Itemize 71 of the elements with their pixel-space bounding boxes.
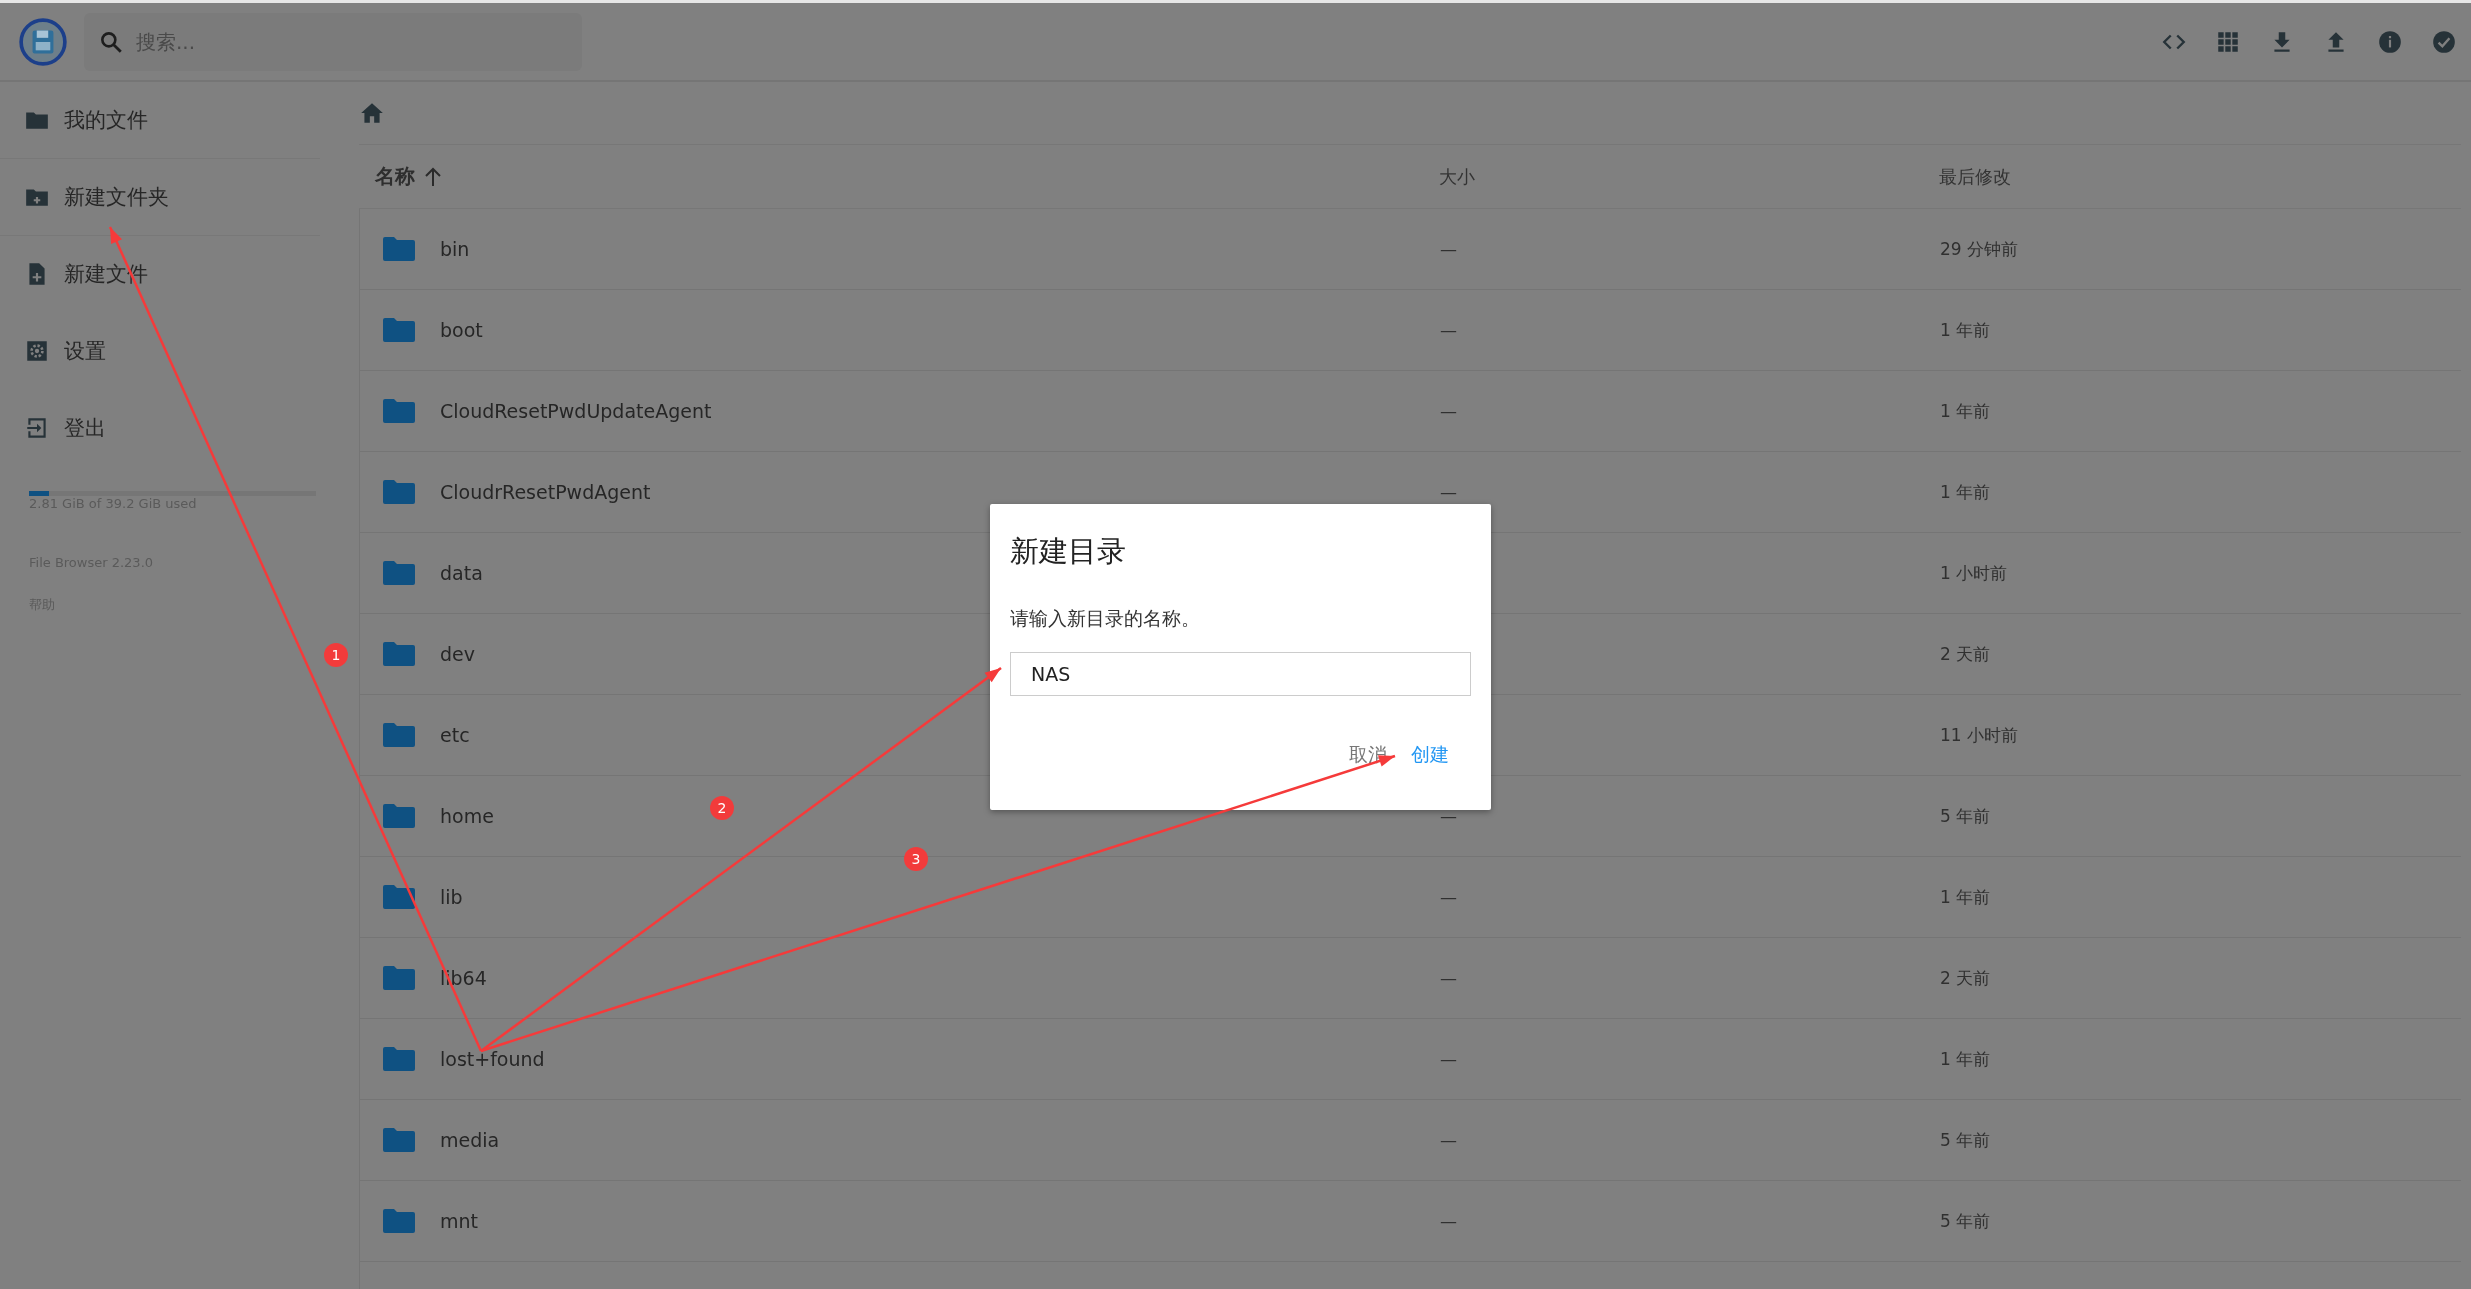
file-name: bin — [440, 238, 470, 260]
modified-time: 5 年前 — [1940, 1128, 1991, 1152]
modified-time: 1 年前 — [1940, 480, 1991, 504]
folder-icon — [382, 641, 416, 667]
column-header[interactable]: 名称 — [375, 163, 415, 190]
sidebar-item[interactable]: 登出 — [0, 390, 320, 467]
folder-name-field[interactable]: NAS — [1010, 652, 1471, 696]
file-row[interactable]: mnt — 5 年前 — [359, 1181, 2461, 1262]
file-row[interactable]: lost+found — 1 年前 — [359, 1019, 2461, 1100]
file-row[interactable]: bin — 29 分钟前 — [359, 209, 2461, 290]
modified-time: 29 分钟前 — [1940, 237, 2019, 261]
file-size: — — [1440, 320, 1457, 340]
file-size: — — [1440, 1130, 1457, 1150]
file-name: media — [440, 1129, 500, 1151]
folder-icon — [382, 1208, 416, 1234]
file-row[interactable]: CloudResetPwdUpdateAgent — 1 年前 — [359, 371, 2461, 452]
folder-icon — [382, 479, 416, 505]
settings-icon — [24, 338, 50, 364]
modified-time: 2 天前 — [1940, 642, 1991, 666]
modified-time: 1 小时前 — [1940, 561, 2008, 585]
file-size: — — [1440, 401, 1457, 421]
file-name: mnt — [440, 1210, 478, 1232]
file-name: dev — [440, 643, 475, 665]
step-number-badge: 1 — [324, 643, 348, 667]
folder-icon — [382, 1127, 416, 1153]
file-name: home — [440, 805, 494, 827]
file-row[interactable]: media — 5 年前 — [359, 1100, 2461, 1181]
folder-icon — [382, 236, 416, 262]
column-header[interactable]: 最后修改 — [1939, 164, 2011, 189]
file-size: — — [1440, 887, 1457, 907]
folder-icon — [382, 317, 416, 343]
file-size: — — [1440, 806, 1457, 826]
file-name: lib — [440, 886, 463, 908]
file-size: — — [1440, 239, 1457, 259]
folder-icon — [382, 722, 416, 748]
sidebar-item[interactable]: 设置 — [0, 313, 320, 390]
file-name: boot — [440, 319, 483, 341]
modified-time: 1 年前 — [1940, 1047, 1991, 1071]
folder-icon — [382, 398, 416, 424]
sidebar-item[interactable]: 我的文件 — [0, 82, 320, 159]
sidebar-item[interactable]: 新建文件夹 — [0, 159, 320, 236]
folder-icon — [382, 803, 416, 829]
file-size: — — [1440, 968, 1457, 988]
create-button[interactable]: 创建 — [1409, 738, 1451, 772]
file-name: CloudrResetPwdAgent — [440, 481, 651, 503]
file-size: — — [1440, 1049, 1457, 1069]
modified-time: 1 年前 — [1940, 318, 1991, 342]
modified-time: 5 年前 — [1940, 804, 1991, 828]
folder-icon — [382, 965, 416, 991]
modified-time: 1 年前 — [1940, 885, 1991, 909]
floppy-disk-logo[interactable] — [18, 16, 68, 67]
step-number-badge: 2 — [710, 796, 734, 820]
file-size: — — [1440, 482, 1457, 502]
dialog-title: 新建目录 — [1010, 533, 1127, 570]
modified-time: 11 小时前 — [1940, 723, 2019, 747]
file-name: CloudResetPwdUpdateAgent — [440, 400, 712, 422]
file-name: lost+found — [440, 1048, 545, 1070]
file-name: etc — [440, 724, 470, 746]
folder-icon — [382, 884, 416, 910]
info-icon[interactable] — [2377, 28, 2403, 55]
modified-time: 1 年前 — [1940, 399, 1991, 423]
file-row[interactable]: boot — 1 年前 — [359, 290, 2461, 371]
folder-icon — [382, 560, 416, 586]
modified-time: 5 年前 — [1940, 1209, 1991, 1233]
file-size: — — [1440, 1211, 1457, 1231]
folder-icon — [382, 1046, 416, 1072]
select-icon[interactable] — [2431, 28, 2457, 55]
step-number-badge: 3 — [904, 847, 928, 871]
modified-time: 2 天前 — [1940, 966, 1991, 990]
file-name: data — [440, 562, 483, 584]
column-header[interactable]: 大小 — [1439, 164, 1475, 189]
